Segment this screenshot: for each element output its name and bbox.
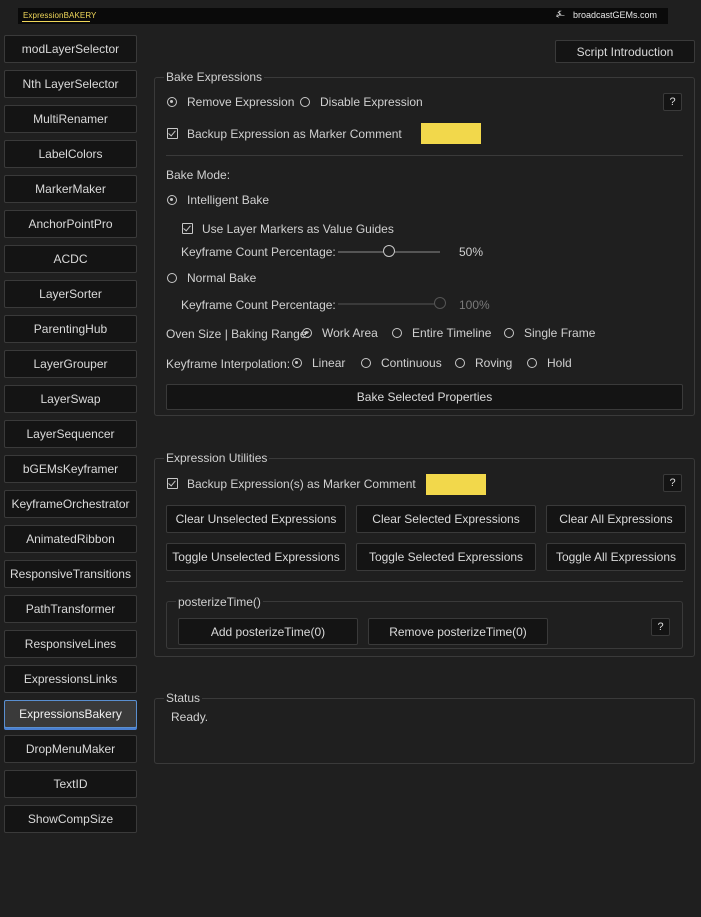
- sidebar-item-layersorter[interactable]: LayerSorter: [4, 280, 137, 308]
- sidebar-item-textid[interactable]: TextID: [4, 770, 137, 798]
- toggle-selected-button[interactable]: Toggle Selected Expressions: [356, 543, 536, 571]
- backup-expressions-checkbox[interactable]: [167, 478, 178, 489]
- toggle-all-button[interactable]: Toggle All Expressions: [546, 543, 686, 571]
- sidebar-item-labelcolors[interactable]: LabelColors: [4, 140, 137, 168]
- keyframe-percentage-slider-track-2[interactable]: [338, 303, 440, 305]
- intelligent-bake-label: Intelligent Bake: [187, 193, 270, 207]
- backup-expression-label: Backup Expression as Marker Comment: [187, 127, 402, 141]
- posterize-title: posterizeTime(): [176, 595, 263, 609]
- keyframe-interpolation-label: Keyframe Interpolation:: [166, 357, 291, 371]
- add-posterize-button[interactable]: Add posterizeTime(0): [178, 618, 358, 645]
- oven-size-label: Oven Size | Baking Range:: [166, 327, 310, 341]
- sidebar-item-bgemskeyframer[interactable]: bGEMsKeyframer: [4, 455, 137, 483]
- utilities-help-button[interactable]: ?: [663, 474, 682, 492]
- keyframe-percentage-label: Keyframe Count Percentage:: [181, 245, 336, 259]
- normal-bake-radio[interactable]: [167, 273, 177, 283]
- sidebar-item-anchorpointpro[interactable]: AnchorPointPro: [4, 210, 137, 238]
- sidebar-item-keyframeorchestrator[interactable]: KeyframeOrchestrator: [4, 490, 137, 518]
- keyframe-percentage-value: 50%: [459, 245, 484, 259]
- linear-radio[interactable]: [292, 358, 302, 368]
- linear-label: Linear: [312, 356, 346, 370]
- roving-label: Roving: [475, 356, 513, 370]
- sidebar-item-multirenamer[interactable]: MultiRenamer: [4, 105, 137, 133]
- sidebar-item-acdc[interactable]: ACDC: [4, 245, 137, 273]
- brand-link[interactable]: broadcastGEMs.com: [573, 10, 657, 20]
- roving-radio[interactable]: [455, 358, 465, 368]
- normal-bake-label: Normal Bake: [187, 271, 257, 285]
- header-banner: ExpressionBAKERY ⍼ broadcastGEMs.com: [18, 8, 668, 24]
- sidebar-item-layergrouper[interactable]: LayerGrouper: [4, 350, 137, 378]
- backup-expressions-label: Backup Expression(s) as Marker Comment: [187, 477, 416, 491]
- backup-expression-checkbox[interactable]: [167, 128, 178, 139]
- keyframe-percentage-slider-knob[interactable]: [383, 245, 395, 257]
- remove-expression-label: Remove Expression: [187, 95, 295, 109]
- expression-utilities-title: Expression Utilities: [164, 451, 270, 465]
- disable-expression-radio[interactable]: [300, 97, 310, 107]
- disable-expression-label: Disable Expression: [320, 95, 423, 109]
- clear-all-button[interactable]: Clear All Expressions: [546, 505, 686, 533]
- status-text: Ready.: [171, 710, 209, 724]
- sidebar-item-dropmenumaker[interactable]: DropMenuMaker: [4, 735, 137, 763]
- logo-underline: [22, 21, 90, 22]
- script-introduction-button[interactable]: Script Introduction: [555, 40, 695, 63]
- sidebar-item-responsivetransitions[interactable]: ResponsiveTransitions: [4, 560, 137, 588]
- sidebar-item-nth-layerselector[interactable]: Nth LayerSelector: [4, 70, 137, 98]
- use-layer-markers-label: Use Layer Markers as Value Guides: [202, 222, 394, 236]
- toggle-unselected-button[interactable]: Toggle Unselected Expressions: [166, 543, 346, 571]
- sidebar-item-expressionslinks[interactable]: ExpressionsLinks: [4, 665, 137, 693]
- sidebar-item-showcompsize[interactable]: ShowCompSize: [4, 805, 137, 833]
- continuous-label: Continuous: [381, 356, 442, 370]
- utilities-divider: [166, 581, 683, 582]
- hold-label: Hold: [547, 356, 572, 370]
- remove-expression-radio[interactable]: [167, 97, 177, 107]
- keyframe-percentage-value-2: 100%: [459, 298, 490, 312]
- logo-text: ExpressionBAKERY: [23, 11, 97, 20]
- work-area-radio[interactable]: [302, 328, 312, 338]
- use-layer-markers-checkbox[interactable]: [182, 223, 193, 234]
- utilities-marker-color-swatch[interactable]: [426, 474, 486, 495]
- bake-divider: [166, 155, 683, 156]
- sidebar-item-pathtransformer[interactable]: PathTransformer: [4, 595, 137, 623]
- sidebar-item-parentinghub[interactable]: ParentingHub: [4, 315, 137, 343]
- remove-posterize-button[interactable]: Remove posterizeTime(0): [368, 618, 548, 645]
- sidebar-item-layerswap[interactable]: LayerSwap: [4, 385, 137, 413]
- bake-marker-color-swatch[interactable]: [421, 123, 481, 144]
- status-panel: [154, 698, 695, 764]
- hold-radio[interactable]: [527, 358, 537, 368]
- bake-mode-label: Bake Mode:: [166, 168, 231, 182]
- continuous-radio[interactable]: [361, 358, 371, 368]
- keyframe-percentage-label-2: Keyframe Count Percentage:: [181, 298, 336, 312]
- bake-help-button[interactable]: ?: [663, 93, 682, 111]
- sidebar-item-responsivelines[interactable]: ResponsiveLines: [4, 630, 137, 658]
- clear-selected-button[interactable]: Clear Selected Expressions: [356, 505, 536, 533]
- sidebar-item-modlayerselector[interactable]: modLayerSelector: [4, 35, 137, 63]
- keyframe-percentage-slider-knob-2[interactable]: [434, 297, 446, 309]
- work-area-label: Work Area: [322, 326, 378, 340]
- single-frame-radio[interactable]: [504, 328, 514, 338]
- sidebar-item-animatedribbon[interactable]: AnimatedRibbon: [4, 525, 137, 553]
- clear-unselected-button[interactable]: Clear Unselected Expressions: [166, 505, 346, 533]
- sidebar-item-markermaker[interactable]: MarkerMaker: [4, 175, 137, 203]
- posterize-help-button[interactable]: ?: [651, 618, 670, 636]
- sidebar-item-expressionsbakery[interactable]: ExpressionsBakery: [4, 700, 137, 728]
- single-frame-label: Single Frame: [524, 326, 596, 340]
- entire-timeline-radio[interactable]: [392, 328, 402, 338]
- bake-expressions-title: Bake Expressions: [164, 70, 265, 84]
- entire-timeline-label: Entire Timeline: [412, 326, 492, 340]
- app-logo: ExpressionBAKERY: [20, 10, 96, 22]
- status-title: Status: [164, 691, 203, 705]
- intelligent-bake-radio[interactable]: [167, 195, 177, 205]
- sidebar-item-layersequencer[interactable]: LayerSequencer: [4, 420, 137, 448]
- bgems-icon: ⍼: [556, 9, 565, 20]
- bake-selected-properties-button[interactable]: Bake Selected Properties: [166, 384, 683, 410]
